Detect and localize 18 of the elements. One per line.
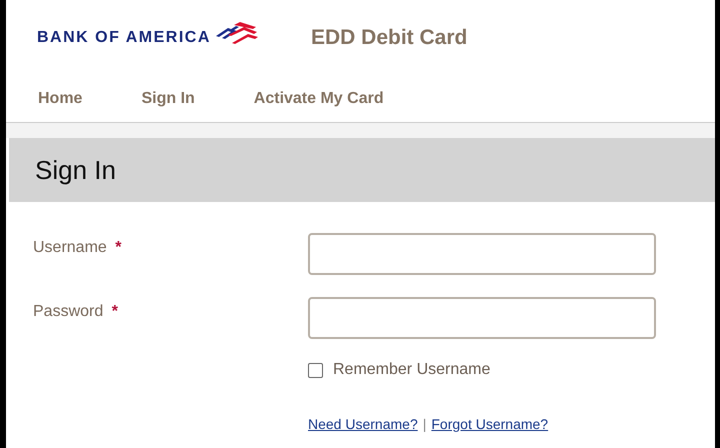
page-heading: Sign In <box>35 154 116 186</box>
link[interactable]: Need Username? <box>308 416 418 432</box>
required-mark: * <box>115 239 122 256</box>
checkbox[interactable] <box>308 362 323 378</box>
input-field[interactable] <box>308 233 656 275</box>
site-title: EDD Debit Card <box>311 26 468 50</box>
required-mark: * <box>112 303 118 320</box>
separator: | <box>422 416 426 432</box>
nav-link[interactable]: Home <box>38 90 82 108</box>
checkbox-label: Remember Username <box>333 361 490 379</box>
logo-text: BANK OF AMERICA <box>37 29 211 47</box>
link[interactable]: Forgot Username? <box>431 416 548 432</box>
input-field[interactable] <box>308 297 656 339</box>
nav-link[interactable]: Sign In <box>141 90 195 108</box>
nav-link[interactable]: Activate My Card <box>254 90 384 108</box>
field-label: Password <box>33 303 104 320</box>
field-label: Username <box>33 239 107 256</box>
flag-logo-icon <box>214 22 258 46</box>
